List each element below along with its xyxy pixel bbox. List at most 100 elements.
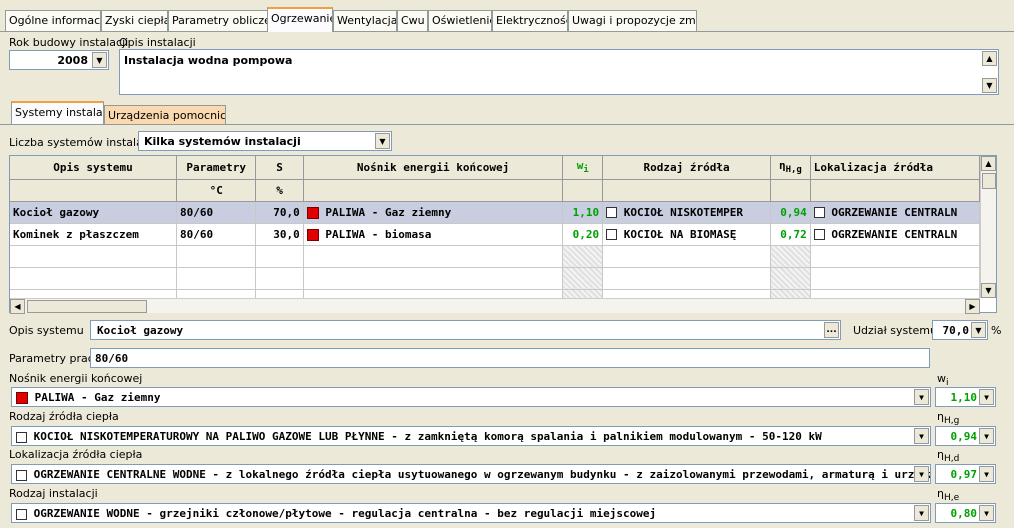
unit-lok	[810, 179, 980, 202]
systems-count-value: Kilka systemów instalacji	[144, 135, 301, 148]
col-eta-symbol: η	[778, 159, 786, 173]
chevron-down-icon[interactable]: ▼	[979, 428, 994, 444]
etag-symbol: η	[937, 410, 944, 423]
wi-combo[interactable]: 1,10 ▼	[935, 387, 996, 407]
lok-combo[interactable]: OGRZEWANIE CENTRALNE WODNE - z lokalnego…	[11, 464, 931, 484]
cell-lok[interactable]: OGRZEWANIE CENTRALN	[810, 201, 980, 224]
chevron-down-icon[interactable]: ▼	[375, 133, 390, 149]
cell-opis[interactable]: Kocioł gazowy	[10, 201, 177, 224]
subtab-systemy[interactable]: Systemy instalacji	[11, 101, 104, 124]
tab-oswietlenie[interactable]: Oświetlenie	[428, 10, 492, 31]
cell-nosnik[interactable]: PALIWA - biomasa	[303, 223, 564, 246]
col-nosnik: Nośnik energii końcowej	[303, 156, 564, 180]
scroll-up-icon[interactable]: ▲	[982, 51, 997, 66]
tab-elektrycznosc[interactable]: Elektryczność	[492, 10, 568, 31]
etae-value: 0,80	[950, 507, 978, 520]
chevron-down-icon[interactable]: ▼	[914, 389, 929, 405]
zrodlo-combo[interactable]: KOCIOŁ NISKOTEMPERATUROWY NA PALIWO GAZO…	[11, 426, 931, 446]
nosnik-combo[interactable]: PALIWA - Gaz ziemny ▼	[11, 387, 931, 407]
zrodlo-value: KOCIOŁ NISKOTEMPERATUROWY NA PALIWO GAZO…	[33, 430, 822, 443]
cell-param[interactable]: 80/60	[176, 223, 257, 246]
vscroll-thumb[interactable]	[982, 173, 996, 189]
etad-combo[interactable]: 0,97 ▼	[935, 464, 996, 484]
scroll-up-icon[interactable]: ▲	[981, 156, 996, 171]
tab-uwagi[interactable]: Uwagi i propozycje zmian	[568, 10, 697, 31]
table-row-empty[interactable]	[10, 267, 980, 290]
cell-lok-text: OGRZEWANIE CENTRALN	[831, 205, 958, 219]
cell-nosnik-text: PALIWA - biomasa	[325, 227, 432, 241]
scroll-left-icon[interactable]: ◀	[10, 299, 25, 314]
systems-count-combo[interactable]: Kilka systemów instalacji ▼	[138, 131, 392, 151]
cell-nosnik[interactable]: PALIWA - Gaz ziemny	[303, 201, 564, 224]
checkbox-icon	[16, 469, 27, 481]
tab-cwu[interactable]: Cwu	[397, 10, 428, 31]
etae-combo[interactable]: 0,80 ▼	[935, 503, 996, 523]
opis-field[interactable]: Kocioł gazowy ...	[90, 320, 841, 340]
grid-vscrollbar[interactable]: ▲ ▼	[980, 156, 996, 298]
cell-zrodlo-text: KOCIOŁ NA BIOMASĘ	[623, 227, 737, 241]
etae-sub: H,e	[943, 493, 960, 504]
cell-wi[interactable]: 1,10	[562, 201, 604, 224]
tab-zyski[interactable]: Zyski ciepła	[101, 10, 168, 31]
cell-param[interactable]: 80/60	[176, 201, 257, 224]
ellipsis-button[interactable]: ...	[824, 322, 839, 338]
etag-value: 0,94	[950, 430, 978, 443]
checkbox-icon	[16, 431, 27, 443]
checkbox-icon	[813, 207, 825, 218]
rodzaj-combo[interactable]: OGRZEWANIE WODNE - grzejniki członowe/pł…	[11, 503, 931, 523]
fuel-color-icon	[306, 206, 319, 219]
opis-value: Kocioł gazowy	[97, 324, 184, 337]
etag-combo[interactable]: 0,94 ▼	[935, 426, 996, 446]
hscroll-thumb[interactable]	[27, 300, 147, 313]
checkbox-icon	[606, 229, 618, 240]
chevron-down-icon[interactable]: ▼	[914, 428, 929, 444]
grid-viewport: Opis systemu Parametry S Nośnik energii …	[10, 156, 980, 298]
table-row[interactable]: Kominek z płaszczem 80/60 30,0 PALIWA - …	[10, 223, 980, 246]
unit-nosnik	[303, 179, 564, 202]
unit-opis	[10, 179, 177, 202]
cell-s[interactable]: 30,0	[255, 223, 304, 246]
cell-zrodlo[interactable]: KOCIOŁ NA BIOMASĘ	[602, 223, 772, 246]
cell-opis[interactable]: Kominek z płaszczem	[10, 223, 177, 246]
chevron-down-icon[interactable]: ▼	[979, 466, 994, 482]
chevron-down-icon[interactable]: ▼	[979, 389, 994, 405]
table-row[interactable]: Kocioł gazowy 80/60 70,0 PALIWA - Gaz zi…	[10, 201, 980, 224]
col-parametry: Parametry	[176, 156, 257, 180]
grid-hscrollbar[interactable]: ◀ ▶	[10, 298, 980, 314]
cell-lok[interactable]: OGRZEWANIE CENTRALN	[810, 223, 980, 246]
chevron-down-icon[interactable]: ▼	[971, 322, 986, 338]
param-field[interactable]: 80/60	[90, 348, 930, 368]
cell-eta[interactable]: 0,94	[770, 201, 811, 224]
tab-ogrzewanie[interactable]: Ogrzewanie	[267, 7, 333, 32]
scroll-right-icon[interactable]: ▶	[965, 299, 980, 314]
chevron-down-icon[interactable]: ▼	[914, 466, 929, 482]
table-row-empty[interactable]	[10, 245, 980, 268]
table-row-empty[interactable]	[10, 289, 980, 298]
scroll-down-icon[interactable]: ▼	[982, 78, 997, 93]
subtab-divider	[0, 124, 1014, 125]
cell-eta[interactable]: 0,72	[770, 223, 811, 246]
desc-textarea[interactable]: Instalacja wodna pompowa ▲ ▼	[119, 49, 999, 95]
tab-parametry[interactable]: Parametry obliczeń	[168, 10, 268, 31]
chevron-down-icon[interactable]: ▼	[92, 52, 107, 68]
tab-wentylacja[interactable]: Wentylacja	[333, 10, 397, 31]
chevron-down-icon[interactable]: ▼	[914, 505, 929, 521]
rodzaj-value: OGRZEWANIE WODNE - grzejniki członowe/pł…	[33, 507, 657, 520]
cell-zrodlo[interactable]: KOCIOŁ NISKOTEMPER	[602, 201, 772, 224]
col-zrodlo: Rodzaj źródła	[602, 156, 772, 180]
tab-ogolne[interactable]: Ogólne informacje	[5, 10, 101, 31]
subtab-urzadzenia[interactable]: Urządzenia pomocnicze	[104, 105, 226, 124]
scroll-down-icon[interactable]: ▼	[981, 283, 996, 298]
desc-value: Instalacja wodna pompowa	[124, 54, 293, 67]
year-combo[interactable]: 2008 ▼	[9, 50, 109, 70]
cell-s[interactable]: 70,0	[255, 201, 304, 224]
wi-value: 1,10	[950, 391, 978, 404]
systems-table: Opis systemu Parametry S Nośnik energii …	[10, 156, 980, 298]
chevron-down-icon[interactable]: ▼	[979, 505, 994, 521]
rodzaj-label: Rodzaj instalacji	[9, 487, 98, 500]
cell-wi[interactable]: 0,20	[562, 223, 604, 246]
col-eta-sub: H,g	[785, 165, 802, 176]
unit-eta	[770, 179, 811, 202]
col-wi-sub: i	[583, 165, 589, 176]
udzial-combo[interactable]: 70,0 ▼	[932, 320, 988, 340]
